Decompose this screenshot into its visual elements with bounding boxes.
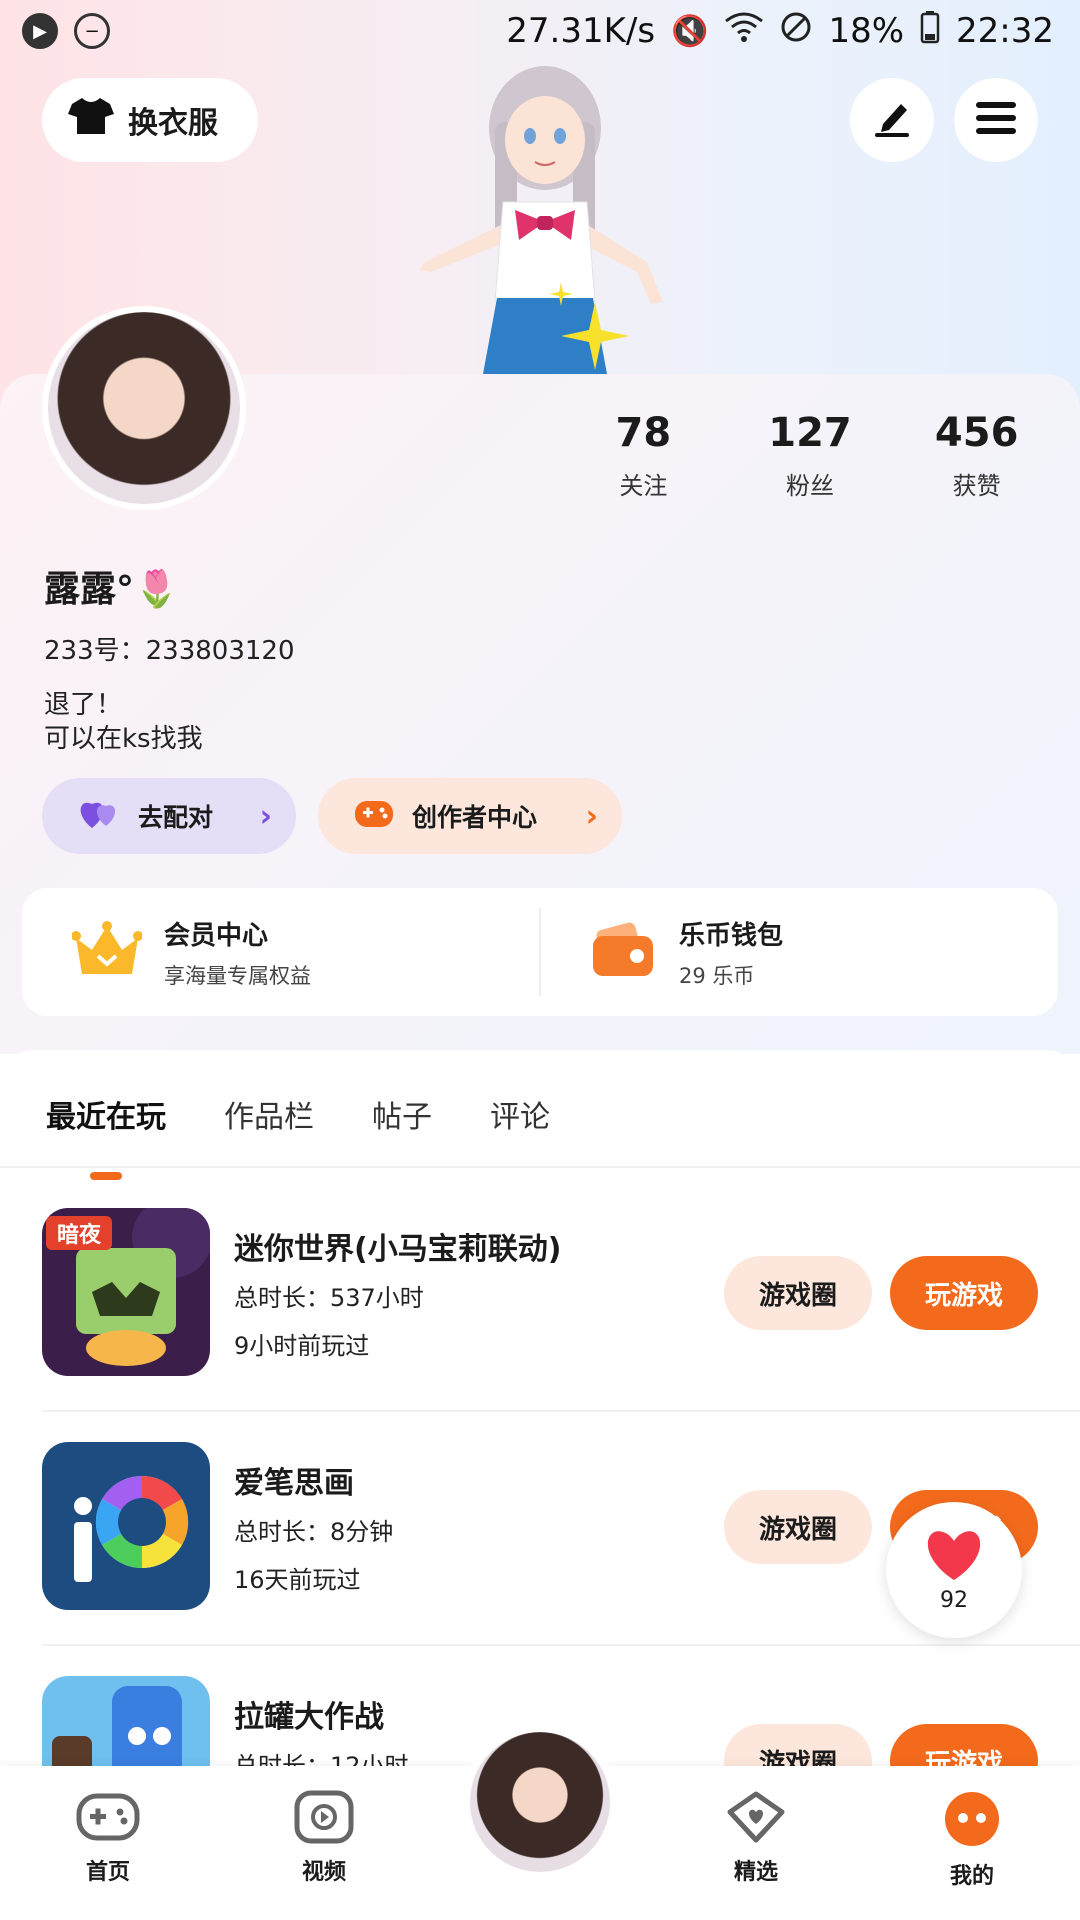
bio-line: 可以在ks找我 (44, 724, 203, 754)
game-duration: 总时长：537小时 (234, 1284, 424, 1312)
nav-mine[interactable]: 我的 (912, 1790, 1032, 1890)
stat-following[interactable]: 78 关注 (560, 410, 727, 501)
divider (42, 1644, 1080, 1646)
tab-recently-played[interactable]: 最近在玩 (46, 1092, 166, 1136)
like-count: 92 (940, 1587, 968, 1613)
game-icon-badge: 暗夜 (57, 1222, 102, 1248)
divider (0, 1166, 1080, 1168)
divider (42, 1410, 1080, 1412)
coin-wallet[interactable]: 乐币钱包 29 乐币 (541, 915, 1058, 990)
bio: 退了！ 可以在ks找我 (44, 688, 203, 756)
crown-icon (71, 920, 143, 984)
wallet-icon (591, 920, 657, 984)
clock: 22:32 (956, 11, 1054, 51)
stat-label: 粉丝 (786, 472, 834, 500)
change-outfit-button[interactable]: 换衣服 (42, 78, 258, 162)
app-notification-icon: ▶ (22, 13, 58, 49)
menu-button[interactable] (954, 78, 1038, 162)
do-not-disturb-icon: − (74, 13, 110, 49)
member-title: 会员中心 (164, 920, 269, 951)
network-speed: 27.31K/s (506, 11, 656, 51)
edit-profile-button[interactable] (850, 78, 934, 162)
chevron-right-icon: › (585, 798, 598, 834)
nav-video[interactable]: 视频 (264, 1790, 384, 1886)
game-circle-button[interactable]: 游戏圈 (724, 1256, 872, 1330)
profile-tabs: 最近在玩 作品栏 帖子 评论 (46, 1092, 550, 1136)
member-center[interactable]: 会员中心 享海量专属权益 (22, 915, 539, 990)
nav-home[interactable]: 首页 (48, 1790, 168, 1886)
heart-icon (923, 1528, 985, 1586)
change-outfit-label: 换衣服 (128, 106, 218, 141)
game-name: 拉罐大作战 (234, 1700, 384, 1735)
creator-center-button[interactable]: 创作者中心 › (318, 778, 622, 854)
profile-stats: 78 关注 127 粉丝 456 获赞 (560, 410, 1060, 501)
creator-center-label: 创作者中心 (412, 803, 538, 832)
hearts-icon (78, 796, 120, 836)
game-duration: 总时长：8分钟 (234, 1518, 394, 1546)
match-button[interactable]: 去配对 › (42, 778, 296, 854)
stat-likes[interactable]: 456 获赞 (893, 410, 1060, 501)
wallet-subtitle: 29 乐币 (679, 963, 755, 988)
stat-followers[interactable]: 127 粉丝 (727, 410, 894, 501)
tab-posts[interactable]: 帖子 (372, 1092, 432, 1136)
nav-label: 首页 (85, 1860, 130, 1885)
member-subtitle: 享海量专属权益 (164, 963, 311, 988)
avatar (470, 1732, 610, 1872)
pen-icon (871, 98, 913, 142)
nav-label: 精选 (733, 1860, 778, 1885)
wifi-icon (724, 11, 764, 51)
avatar-character[interactable] (385, 62, 705, 374)
game-icon[interactable] (42, 1442, 210, 1610)
play-game-button[interactable]: 玩游戏 (890, 1256, 1038, 1330)
member-wallet-card: 会员中心 享海量专属权益 乐币钱包 29 乐币 (22, 888, 1058, 1016)
nav-avatar-button[interactable] (462, 1724, 618, 1880)
stat-label: 获赞 (952, 472, 1001, 500)
game-icon[interactable]: 暗夜 (42, 1208, 210, 1376)
heart-badge-icon (726, 1791, 786, 1848)
gamepad-icon (354, 797, 394, 835)
match-label: 去配对 (138, 803, 214, 832)
nav-label: 我的 (949, 1864, 994, 1889)
nickname: 露露°🌷 (44, 569, 179, 610)
game-name: 爱笔思画 (234, 1466, 354, 1501)
user-id[interactable]: 233号：233803120 (44, 630, 295, 667)
profile-avatar[interactable] (42, 306, 246, 510)
shirt-icon (68, 96, 114, 144)
stat-value: 78 (615, 410, 672, 456)
game-last-played: 9小时前玩过 (234, 1332, 370, 1360)
hamburger-icon (976, 101, 1016, 139)
mute-icon: 🔇 (671, 13, 709, 49)
play-icon (294, 1790, 354, 1848)
game-row[interactable]: 暗夜 迷你世界(小马宝莉联动) 总时长：537小时 9小时前玩过 游戏圈 玩游戏 (42, 1208, 1038, 1380)
game-circle-button[interactable]: 游戏圈 (724, 1490, 872, 1564)
wallet-title: 乐币钱包 (679, 920, 784, 951)
game-name: 迷你世界(小马宝莉联动) (234, 1232, 562, 1267)
chevron-right-icon: › (259, 798, 272, 834)
status-bar: ▶ − 27.31K/s 🔇 18% 22:32 (0, 0, 1080, 62)
nav-label: 视频 (301, 1860, 346, 1885)
battery-percent: 18% (828, 11, 905, 51)
blocked-icon (780, 11, 812, 51)
stat-value: 456 (934, 410, 1019, 456)
face-icon (943, 1792, 1001, 1852)
game-last-played: 16天前玩过 (234, 1566, 361, 1594)
stat-label: 关注 (619, 472, 668, 500)
bio-line: 退了！ (44, 690, 123, 720)
stat-value: 127 (768, 410, 852, 456)
nav-featured[interactable]: 精选 (696, 1790, 816, 1886)
battery-icon (920, 10, 940, 53)
tab-comments[interactable]: 评论 (490, 1092, 550, 1136)
tab-works[interactable]: 作品栏 (224, 1092, 314, 1136)
floating-like-button[interactable]: 92 (886, 1502, 1022, 1638)
gamepad-icon (76, 1793, 140, 1848)
